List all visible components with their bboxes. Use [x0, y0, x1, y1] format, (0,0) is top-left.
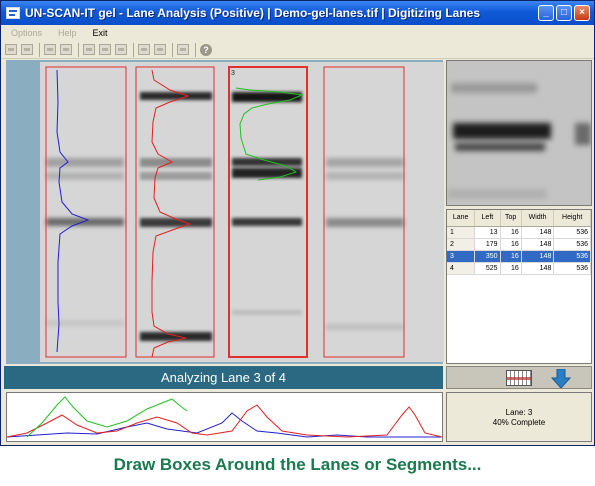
menu-exit[interactable]: Exit: [93, 28, 108, 38]
cell-left: 350: [474, 250, 501, 263]
column-header-lane[interactable]: Lane: [447, 210, 476, 227]
cell-left: 179: [474, 238, 501, 251]
cell-top: 16: [500, 226, 522, 239]
open-icon[interactable]: [5, 44, 17, 55]
title-bar[interactable]: UN-SCAN-IT gel - Lane Analysis (Positive…: [1, 1, 594, 25]
gel-canvas: 3: [40, 62, 444, 362]
cell-left: 525: [474, 262, 501, 275]
cell-left: 13: [474, 226, 501, 239]
table-row[interactable]: 4 525 16 148 536: [447, 262, 591, 275]
lanes-table: Lane Left Top Width Height 1 13 16 148 5…: [446, 209, 592, 364]
align-left-icon[interactable]: [83, 44, 95, 55]
cell-top: 16: [500, 262, 522, 275]
active-lane-number: 3: [231, 70, 235, 77]
progress-lane-text: Lane: 3: [505, 408, 533, 417]
toolbar-separator: [78, 42, 79, 57]
lane-3-profile-line: [26, 396, 188, 438]
cell-top: 16: [500, 238, 522, 251]
cell-width: 148: [521, 262, 555, 275]
menu-options[interactable]: Options: [11, 28, 42, 38]
app-window: UN-SCAN-IT gel - Lane Analysis (Positive…: [0, 0, 595, 446]
cell-width: 148: [521, 226, 555, 239]
toolbar-separator: [195, 42, 196, 57]
lane-tools-panel: [446, 366, 592, 389]
analyzing-status-bar: Analyzing Lane 3 of 4: [4, 366, 443, 389]
gel-view-panel: 3: [6, 60, 444, 364]
cell-lane: 2: [447, 238, 476, 251]
cell-width: 148: [521, 238, 555, 251]
toolbar-separator: [172, 42, 173, 57]
cell-lane: 1: [447, 226, 476, 239]
column-header-height[interactable]: Height: [553, 210, 591, 227]
lane-grid-icon[interactable]: [506, 370, 532, 386]
caption-text: Draw Boxes Around the Lanes or Segments.…: [113, 455, 482, 474]
toolbar-separator: [133, 42, 134, 57]
window-title: UN-SCAN-IT gel - Lane Analysis (Positive…: [25, 6, 480, 20]
cell-lane: 3: [447, 250, 476, 263]
chart-icon[interactable]: [177, 44, 189, 55]
maximize-button[interactable]: □: [556, 5, 572, 21]
print-icon[interactable]: [60, 44, 72, 55]
close-button[interactable]: ×: [574, 5, 590, 21]
lanes-table-header: Lane Left Top Width Height: [447, 210, 591, 227]
zoom-preview-canvas: [447, 61, 591, 205]
gel-background: [40, 62, 444, 362]
align-right-icon[interactable]: [99, 44, 111, 55]
menu-bar: Options Help Exit: [1, 25, 594, 41]
table-row[interactable]: 2 179 16 148 536: [447, 238, 591, 251]
column-header-top[interactable]: Top: [500, 210, 522, 227]
progress-panel: Lane: 3 40% Complete: [446, 392, 592, 442]
minimize-button[interactable]: _: [538, 5, 554, 21]
cell-height: 536: [553, 226, 591, 239]
cell-height: 536: [553, 238, 591, 251]
lane-1-profile-line: [6, 412, 442, 438]
menu-help[interactable]: Help: [58, 28, 77, 38]
density-profile-chart: [6, 396, 443, 438]
progress-percent-text: 40% Complete: [492, 418, 546, 427]
help-icon[interactable]: ?: [200, 43, 212, 56]
cell-height: 536: [553, 262, 591, 275]
cell-width: 148: [521, 250, 555, 263]
app-icon: [6, 7, 20, 19]
save-icon[interactable]: [21, 44, 33, 55]
gel-image[interactable]: 3: [40, 62, 444, 362]
zoom-preview: [446, 60, 592, 206]
column-header-width[interactable]: Width: [521, 210, 555, 227]
cell-lane: 4: [447, 262, 476, 275]
cell-height: 536: [553, 250, 591, 263]
density-profile-panel: [6, 392, 443, 442]
toolbar: ?: [1, 41, 594, 59]
table-row[interactable]: 1 13 16 148 536: [447, 226, 591, 239]
column-header-left[interactable]: Left: [474, 210, 501, 227]
view-icon[interactable]: [154, 44, 166, 55]
table-row-selected[interactable]: 3 350 16 148 536: [447, 250, 591, 263]
cell-top: 16: [500, 250, 522, 263]
arrow-down-icon[interactable]: [551, 369, 571, 388]
zoom-icon[interactable]: [138, 44, 150, 55]
delete-lane-icon[interactable]: [115, 44, 127, 55]
copy-icon[interactable]: [44, 44, 56, 55]
toolbar-separator: [39, 42, 40, 57]
